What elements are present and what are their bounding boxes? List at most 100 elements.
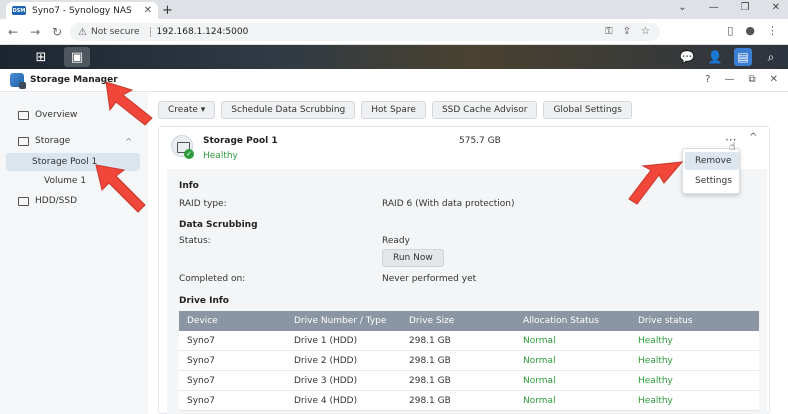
raid-type-value: RAID 6 (With data protection) (382, 199, 515, 209)
omnibox[interactable]: ⚠ Not secure 192.168.1.124:5000 ⚿ ⇪ ☆ (70, 23, 660, 41)
storage-manager-app-icon (10, 73, 26, 89)
ssd-cache-advisor-button[interactable]: SSD Cache Advisor (431, 101, 538, 119)
table-row[interactable]: Syno7 Drive 2 (HDD) 298.1 GB Normal Heal… (179, 351, 759, 371)
taskbar-right: 💬 👤 ▤ ⌕ (678, 48, 780, 66)
check-icon: ✓ (184, 149, 194, 159)
menu-dots-icon[interactable]: ⋮ (767, 24, 778, 37)
close-window-icon[interactable]: ✕ (770, 74, 778, 85)
sidebar-item-label: Volume 1 (44, 176, 87, 186)
user-icon[interactable]: 👤 (706, 48, 724, 66)
chevron-down-icon[interactable]: ⌄ (678, 2, 686, 13)
omnibox-icons: ⚿ ⇪ ☆ (605, 26, 650, 37)
run-now-button[interactable]: Run Now (382, 249, 444, 267)
restore-icon[interactable]: ❐ (741, 2, 750, 13)
help-icon[interactable]: ? (705, 74, 710, 85)
chevron-up-icon[interactable]: ^ (125, 137, 132, 146)
pool-details: Info RAID type: RAID 6 (With data protec… (167, 169, 767, 414)
storage-pool-card: ✓ Storage Pool 1 Healthy 575.7 GB ··· ^ … (158, 126, 770, 414)
address-bar: ← → ↻ ⚠ Not secure 192.168.1.124:5000 ⚿ … (0, 19, 788, 45)
allocation-status-cell: Normal (523, 335, 556, 346)
table-row[interactable]: Syno7 Drive 4 (HDD) 298.1 GB Normal Heal… (179, 391, 759, 411)
star-icon[interactable]: ☆ (641, 26, 650, 37)
forward-icon[interactable]: → (30, 25, 40, 39)
global-settings-button[interactable]: Global Settings (543, 101, 632, 119)
storage-manager-task-icon[interactable]: ▣ (64, 47, 90, 67)
close-icon[interactable]: ✕ (772, 2, 780, 13)
sidebar: Overview Storage ^ Storage Pool 1 Volume… (0, 93, 148, 414)
drive-status-cell: Healthy (638, 335, 673, 346)
menu-item-settings[interactable]: Settings (685, 172, 739, 190)
scrubbing-status-value: Ready (382, 236, 410, 246)
hot-spare-button[interactable]: Hot Spare (361, 101, 426, 119)
pool-name: Storage Pool 1 (203, 136, 278, 146)
column-header[interactable]: Drive Size (409, 316, 523, 326)
window-buttons: ? — ⧉ ✕ (705, 74, 778, 85)
pool-context-menu: Remove Settings (682, 148, 740, 194)
side-panel-icon[interactable]: ▯ (727, 24, 733, 37)
synology-favicon-icon: DSM (12, 6, 26, 15)
notification-icon[interactable]: 💬 (678, 48, 696, 66)
sidebar-item-label: Storage Pool 1 (32, 157, 98, 167)
reload-icon[interactable]: ↻ (52, 25, 62, 39)
omnibox-separator (149, 27, 151, 37)
pool-size: 575.7 GB (459, 136, 501, 146)
sidebar-item-storage[interactable]: Storage ^ (6, 132, 140, 150)
column-header[interactable]: Drive status (638, 316, 758, 326)
profile-icon[interactable]: ● (745, 24, 755, 37)
pool-header: ✓ Storage Pool 1 Healthy 575.7 GB ··· ^ (159, 127, 769, 169)
menu-item-remove[interactable]: Remove (685, 152, 739, 170)
sidebar-item-label: Storage (35, 136, 71, 146)
pool-status: Healthy (203, 151, 238, 161)
sidebar-item-label: HDD/SSD (35, 196, 78, 206)
sidebar-item-hdd-ssd[interactable]: HDD/SSD (6, 192, 140, 210)
window-title: Storage Manager (30, 75, 118, 85)
sidebar-item-storage-pool-1[interactable]: Storage Pool 1 (6, 153, 140, 171)
minimize-icon[interactable]: — (709, 2, 719, 13)
sidebar-item-volume-1[interactable]: Volume 1 (6, 172, 140, 190)
tab-close-icon[interactable]: ✕ (144, 5, 152, 16)
key-icon[interactable]: ⚿ (605, 26, 613, 37)
main-menu-grid-icon[interactable]: ⊞ (28, 47, 54, 67)
drive-number-cell: Drive 2 (HDD) (294, 355, 358, 366)
table-row[interactable]: Syno7 Drive 1 (HDD) 298.1 GB Normal Heal… (179, 331, 759, 351)
minimize-window-icon[interactable]: — (724, 74, 734, 85)
device-cell: Syno7 (187, 355, 215, 366)
share-icon[interactable]: ⇪ (623, 26, 631, 37)
back-icon[interactable]: ← (8, 25, 18, 39)
collapse-icon[interactable]: ^ (749, 132, 757, 143)
dsm-taskbar: ⊞ ▣ 💬 👤 ▤ ⌕ (0, 45, 788, 69)
browser-window-controls: ⌄ — ❐ ✕ (678, 2, 780, 13)
url-text[interactable]: 192.168.1.124:5000 (157, 27, 249, 37)
storage-icon (18, 136, 29, 146)
drive-number-cell: Drive 1 (HDD) (294, 335, 358, 346)
widgets-icon[interactable]: ▤ (734, 48, 752, 66)
column-header[interactable]: Allocation Status (523, 316, 638, 326)
drive-number-cell: Drive 4 (HDD) (294, 395, 358, 406)
device-cell: Syno7 (187, 335, 215, 346)
schedule-scrubbing-button[interactable]: Schedule Data Scrubbing (221, 101, 356, 119)
info-section-title: Info (179, 181, 199, 191)
warning-icon[interactable]: ⚠ (78, 27, 87, 38)
drive-info-title: Drive Info (179, 296, 229, 306)
drive-status-cell: Healthy (638, 375, 673, 386)
column-header[interactable]: Drive Number / Type (294, 316, 409, 326)
data-scrubbing-title: Data Scrubbing (179, 220, 258, 230)
pointer-cursor-icon: ☝ (729, 140, 736, 153)
tab-title: Syno7 - Synology NAS (32, 5, 132, 16)
device-cell: Syno7 (187, 395, 215, 406)
search-icon[interactable]: ⌕ (762, 48, 780, 66)
new-tab-button[interactable]: + (162, 3, 173, 18)
drive-status-cell: Healthy (638, 355, 673, 366)
sidebar-item-overview[interactable]: Overview (6, 106, 140, 124)
create-button[interactable]: Create ▾ (158, 101, 216, 119)
drive-size-cell: 298.1 GB (409, 355, 451, 366)
storage-toolbar: Create ▾ Schedule Data Scrubbing Hot Spa… (158, 101, 632, 119)
overview-icon (18, 110, 29, 120)
drive-size-cell: 298.1 GB (409, 335, 451, 346)
table-row[interactable]: Syno7 Drive 3 (HDD) 298.1 GB Normal Heal… (179, 371, 759, 391)
raid-type-label: RAID type: (179, 199, 227, 209)
column-header[interactable]: Device (179, 316, 294, 326)
nav-buttons: ← → ↻ (8, 25, 62, 39)
browser-tab[interactable]: DSM Syno7 - Synology NAS ✕ (6, 2, 158, 19)
maximize-window-icon[interactable]: ⧉ (748, 74, 755, 85)
